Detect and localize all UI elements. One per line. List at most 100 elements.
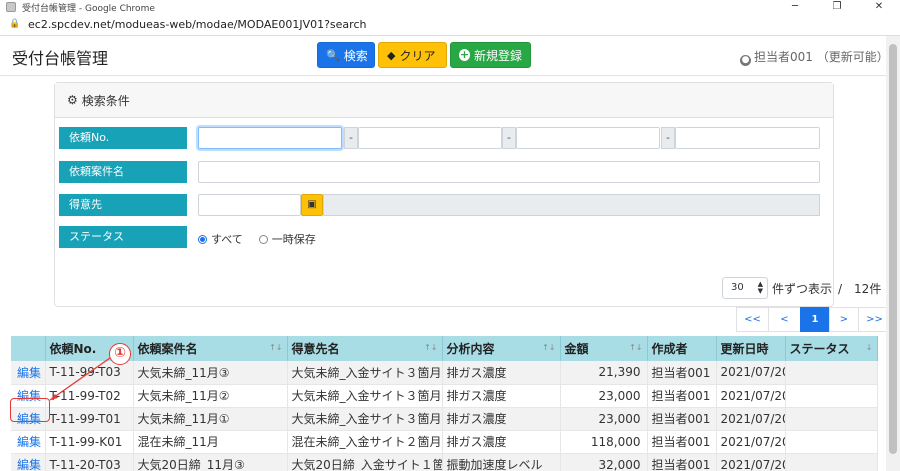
eraser-icon: ◆ <box>387 48 396 62</box>
cell-request-no: T-11-99-T01 <box>45 407 134 431</box>
window-title: 受付台帳管理 - Google Chrome <box>22 3 155 14</box>
search-button[interactable]: 🔍 検索 <box>317 42 375 68</box>
cell-request-no: T-11-20-T03 <box>45 453 134 471</box>
cell-status <box>785 407 878 431</box>
sort-icon[interactable]: ↑↓ <box>542 343 555 352</box>
col-header[interactable]: 得意先名 ↑↓ <box>287 336 443 361</box>
sort-icon[interactable]: ↓ <box>866 343 873 352</box>
customer-code-field[interactable] <box>198 194 301 216</box>
cell-request-name: 大気未締_11月③ <box>133 361 288 385</box>
status-temp-label[interactable]: 一時保存 <box>272 231 316 247</box>
col-header[interactable]: ステータス ↓ <box>785 336 878 361</box>
status-all-radio[interactable] <box>198 234 207 244</box>
status-label: ステータス <box>59 226 187 248</box>
sort-icon[interactable]: ↑↓ <box>629 343 642 352</box>
window-icon: ▣ <box>307 199 317 210</box>
page-first-button[interactable]: << <box>736 307 769 332</box>
table-row: 編集 T-11-20-T03 大気20日締_11月③ 大気20日締_入金サイト１… <box>11 453 878 471</box>
page-current-button[interactable]: 1 <box>800 307 830 332</box>
cell-request-no: T-11-99-K01 <box>45 430 134 454</box>
per-page-select[interactable]: 30 ▲ ▼ <box>722 277 768 299</box>
scrollbar-thumb[interactable] <box>889 44 897 454</box>
select-arrows-icon: ▲ ▼ <box>757 280 763 295</box>
cell-customer: 大気20日締_入金サイト１箇 <box>287 453 443 471</box>
request-name-label: 依頼案件名 <box>59 161 187 183</box>
page-prev-button[interactable]: < <box>768 307 801 332</box>
cell-amount: 23,000 <box>560 407 648 431</box>
col-header[interactable]: 依頼案件名 ↑↓ <box>133 336 288 361</box>
clear-button[interactable]: ◆ クリア <box>378 42 447 68</box>
url-text[interactable]: ec2.spcdev.net/modueas-web/modae/MODAE00… <box>28 18 366 31</box>
cell-amount: 23,000 <box>560 384 648 408</box>
cell-status <box>785 384 878 408</box>
panel-header: ⚙ 検索条件 <box>55 83 833 118</box>
close-icon[interactable]: ✕ <box>858 0 900 14</box>
cell-status <box>785 361 878 385</box>
request-name-field[interactable] <box>198 161 820 183</box>
page-last-button[interactable]: >> <box>858 307 886 332</box>
cell-request-name: 大気20日締_11月③ <box>133 453 288 471</box>
page-scrollbar[interactable] <box>886 36 900 471</box>
gear-icon: ⚙ <box>67 93 78 107</box>
cell-status <box>785 430 878 454</box>
edit-link[interactable]: 編集 <box>15 435 41 449</box>
edit-link[interactable]: 編集 <box>15 458 41 471</box>
edit-cell: 編集 <box>11 453 46 471</box>
col-header[interactable]: 分析内容 ↑↓ <box>442 336 561 361</box>
request-no-dash-3: - <box>661 127 675 149</box>
annotation-marker: ① <box>109 343 131 365</box>
cell-amount: 32,000 <box>560 453 648 471</box>
cell-author: 担当者001 <box>647 384 717 408</box>
tab-favicon-icon <box>6 2 16 12</box>
cell-updated: 2021/07/20 <box>716 361 786 385</box>
request-no-field-4[interactable] <box>675 127 820 149</box>
table-row: 編集 T-11-99-T02 大気未締_11月② 大気未締_入金サイト３箇月 排… <box>11 384 878 408</box>
status-temp-radio[interactable] <box>258 234 268 244</box>
sort-icon[interactable]: ↑↓ <box>424 343 437 352</box>
col-header[interactable]: 金額 ↑↓ <box>560 336 648 361</box>
pagination: << < 1 > >> <box>736 307 886 332</box>
new-register-button[interactable]: + 新規登録 <box>450 42 531 68</box>
col-edit-header <box>11 336 46 361</box>
cell-analysis: 振動加速度レベル <box>442 453 561 471</box>
table-row: 編集 T-11-99-K01 混在未締_11月 混在未締_入金サイト２箇月 排ガ… <box>11 430 878 454</box>
per-page-value: 30 <box>731 282 744 293</box>
cell-amount: 118,000 <box>560 430 648 454</box>
customer-picker-button[interactable]: ▣ <box>301 194 323 216</box>
cell-status <box>785 453 878 471</box>
page-next-button[interactable]: > <box>829 307 859 332</box>
new-register-button-label: 新規登録 <box>473 48 522 63</box>
cell-author: 担当者001 <box>647 430 717 454</box>
customer-name-field <box>323 194 820 216</box>
status-all-label[interactable]: すべて <box>211 231 243 247</box>
restore-icon[interactable]: ❐ <box>816 0 858 14</box>
clear-button-label: クリア <box>399 48 436 63</box>
results-table: 依頼No.↑↓ 依頼案件名↑↓ 得意先名↑↓ 分析内容↑↓ 金額↑↓ 作成者 更… <box>11 336 878 471</box>
status-radio-group: すべて 一時保存 <box>198 231 316 247</box>
cell-customer: 混在未締_入金サイト２箇月 <box>287 430 443 454</box>
customer-label: 得意先 <box>59 194 187 216</box>
cell-request-name: 大気未締_11月② <box>133 384 288 408</box>
panel-title: 検索条件 <box>81 93 130 108</box>
request-no-field-1[interactable] <box>198 127 342 149</box>
user-info: ● 担当者001 （更新可能） <box>740 48 886 66</box>
search-icon: 🔍 <box>326 48 340 62</box>
lock-icon[interactable]: 🔒 <box>9 20 20 29</box>
cell-customer: 大気未締_入金サイト３箇月 <box>287 384 443 408</box>
col-header[interactable]: 作成者 <box>647 336 717 361</box>
cell-updated: 2021/07/20 <box>716 430 786 454</box>
cell-author: 担当者001 <box>647 453 717 471</box>
request-no-field-2[interactable] <box>358 127 502 149</box>
address-bar[interactable]: 🔒 ec2.spcdev.net/modueas-web/modae/MODAE… <box>0 14 900 36</box>
request-no-dash-1: - <box>344 127 358 149</box>
annotation-highlight-box <box>10 398 50 422</box>
cell-request-name: 大気未締_11月① <box>133 407 288 431</box>
edit-link[interactable]: 編集 <box>15 366 41 380</box>
cell-amount: 21,390 <box>560 361 648 385</box>
minimize-icon[interactable]: ─ <box>774 0 816 14</box>
sort-icon[interactable]: ↑↓ <box>269 343 282 352</box>
request-no-field-3[interactable] <box>516 127 660 149</box>
col-header[interactable]: 更新日時 <box>716 336 786 361</box>
total-count: / 12件 <box>838 282 882 296</box>
request-no-dash-2: - <box>502 127 516 149</box>
